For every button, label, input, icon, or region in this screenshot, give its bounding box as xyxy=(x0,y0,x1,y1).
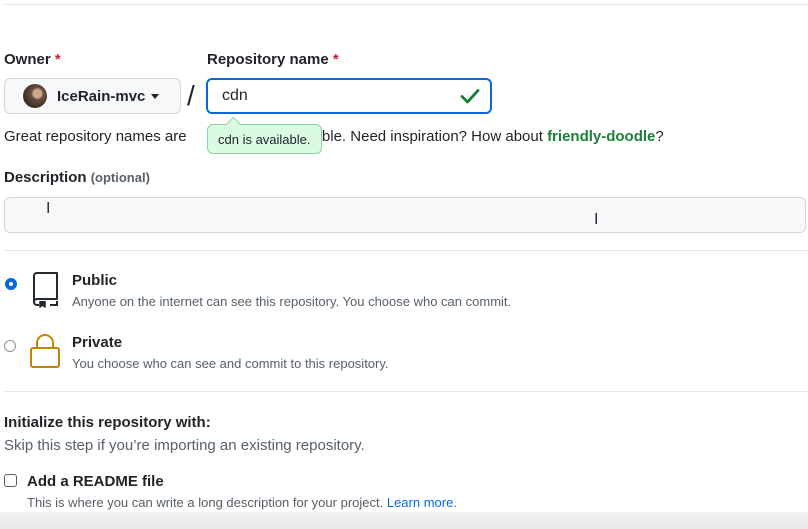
readme-description: This is where you can write a long descr… xyxy=(27,495,457,510)
repo-name-input[interactable]: cdn xyxy=(206,78,492,114)
availability-tooltip: cdn is available. xyxy=(207,124,322,154)
bottom-edge xyxy=(0,512,808,529)
text-cursor-icon: I xyxy=(594,211,599,228)
text-cursor-icon: I xyxy=(46,200,51,217)
name-suggestion-link[interactable]: friendly-doodle xyxy=(547,128,655,145)
owner-dropdown[interactable]: IceRain-mvc xyxy=(4,78,181,114)
initialize-subtitle: Skip this step if you’re importing an ex… xyxy=(4,437,365,454)
repo-name-value: cdn xyxy=(222,87,248,104)
caret-down-icon xyxy=(151,93,160,99)
owner-name: IceRain-mvc xyxy=(57,87,146,105)
public-title: Public xyxy=(72,272,118,289)
learn-more-link[interactable]: Learn more. xyxy=(387,495,457,510)
check-icon xyxy=(460,89,480,104)
lock-icon xyxy=(30,334,60,368)
private-description: You choose who can see and commit to thi… xyxy=(72,356,389,371)
private-title: Private xyxy=(72,334,123,351)
description-label: Description (optional) xyxy=(4,169,150,186)
divider xyxy=(4,391,808,392)
initialize-title: Initialize this repository with: xyxy=(4,414,211,431)
optional-note: (optional) xyxy=(90,170,150,185)
repo-name-hint: Great repository names are rable. Need in… xyxy=(4,128,664,145)
readme-label[interactable]: Add a README file xyxy=(27,473,164,490)
private-radio[interactable] xyxy=(4,340,16,352)
description-input[interactable]: I I xyxy=(4,197,806,233)
public-description: Anyone on the internet can see this repo… xyxy=(72,294,512,309)
owner-avatar xyxy=(23,84,47,108)
public-radio[interactable] xyxy=(5,278,17,290)
top-divider xyxy=(4,4,808,5)
repo-name-label: Repository name * xyxy=(207,51,339,68)
readme-checkbox[interactable] xyxy=(4,474,17,487)
owner-label: Owner * xyxy=(4,51,61,68)
repo-icon xyxy=(33,272,58,308)
divider xyxy=(4,250,808,251)
owner-repo-separator: / xyxy=(187,80,195,111)
